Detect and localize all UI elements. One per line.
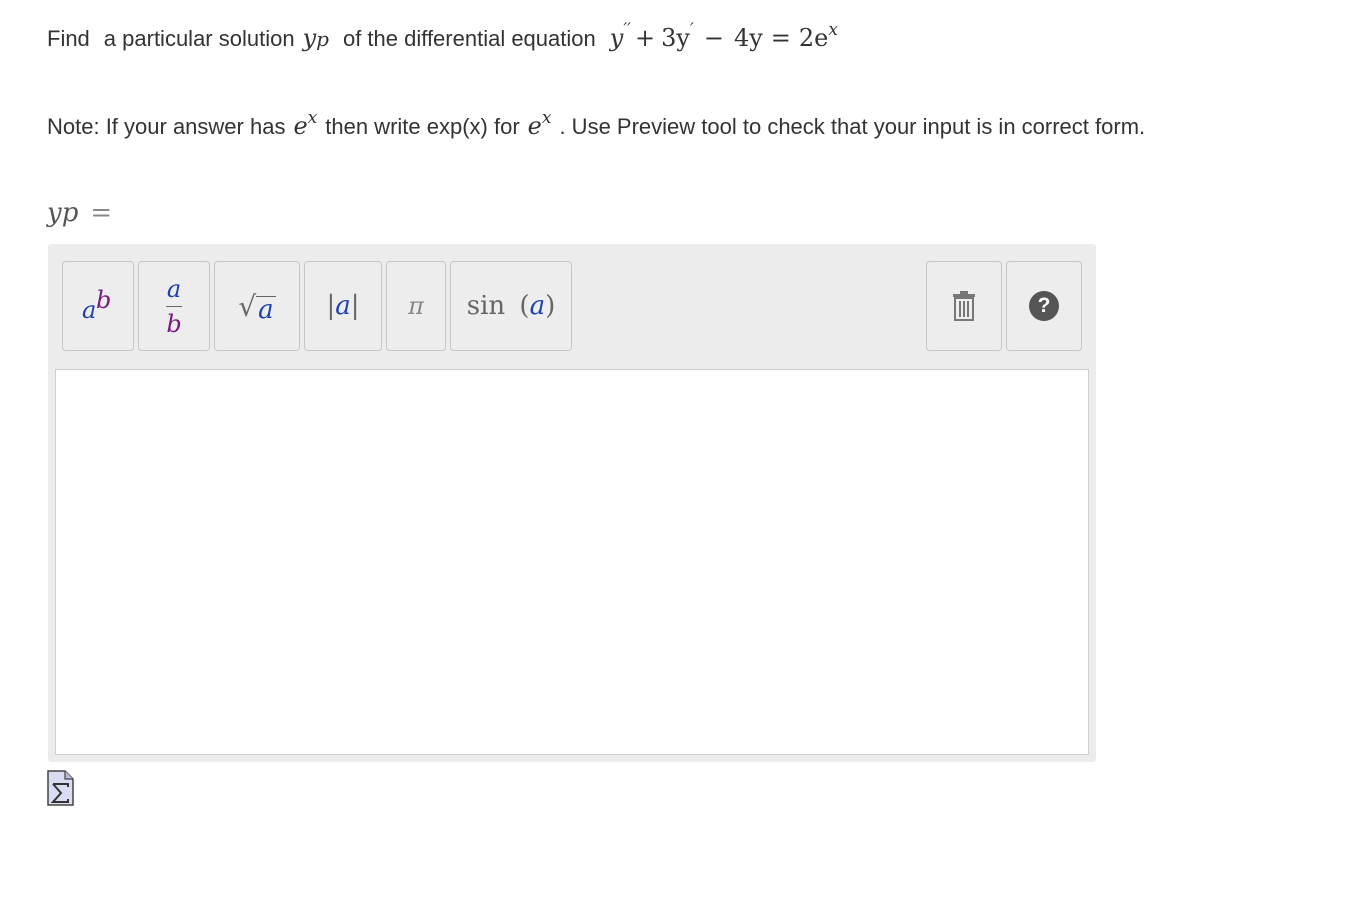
yp-math: yp: [302, 24, 329, 52]
absolute-value-icon: |a|: [326, 291, 360, 321]
fraction-icon: a b: [166, 274, 182, 338]
e-x-math-2: ex: [527, 108, 552, 140]
note-suffix: . Use Preview tool to check that your in…: [559, 114, 1146, 139]
of-equation-text: of the differential equation: [342, 26, 596, 51]
differential-equation: y ′′ + 3y ′ − 4y = 2e x: [609, 20, 838, 52]
sine-button[interactable]: sin (a): [450, 261, 572, 351]
absolute-value-button[interactable]: |a|: [304, 261, 382, 351]
math-editor: a b a b √ a |a| π sin (a) ?: [48, 244, 1096, 762]
clear-button[interactable]: [926, 261, 1002, 351]
find-text: Find: [47, 26, 90, 51]
note-prefix: Note: If your answer has: [47, 114, 286, 139]
sqrt-icon: √ a: [238, 289, 276, 325]
e-x-math-1: ex: [293, 108, 318, 140]
pi-icon: π: [408, 292, 424, 320]
power-button[interactable]: a b: [62, 261, 134, 351]
answer-input[interactable]: [55, 369, 1089, 755]
help-button[interactable]: ?: [1006, 261, 1082, 351]
note-text: Note: If your answer has ex then write e…: [47, 108, 1146, 140]
note-middle: then write exp(x) for: [325, 114, 520, 139]
answer-label: yp =: [47, 198, 113, 228]
trash-icon: [953, 291, 975, 321]
preview-sigma-icon[interactable]: [47, 770, 74, 806]
sine-icon: sin (a): [466, 291, 556, 321]
particular-solution-text: a particular solution: [103, 26, 295, 51]
power-icon: a b: [82, 286, 112, 324]
pi-button[interactable]: π: [386, 261, 446, 351]
sqrt-button[interactable]: √ a: [214, 261, 300, 351]
help-icon: ?: [1029, 291, 1059, 321]
fraction-button[interactable]: a b: [138, 261, 210, 351]
problem-statement: Find a particular solution yp of the dif…: [47, 20, 838, 52]
